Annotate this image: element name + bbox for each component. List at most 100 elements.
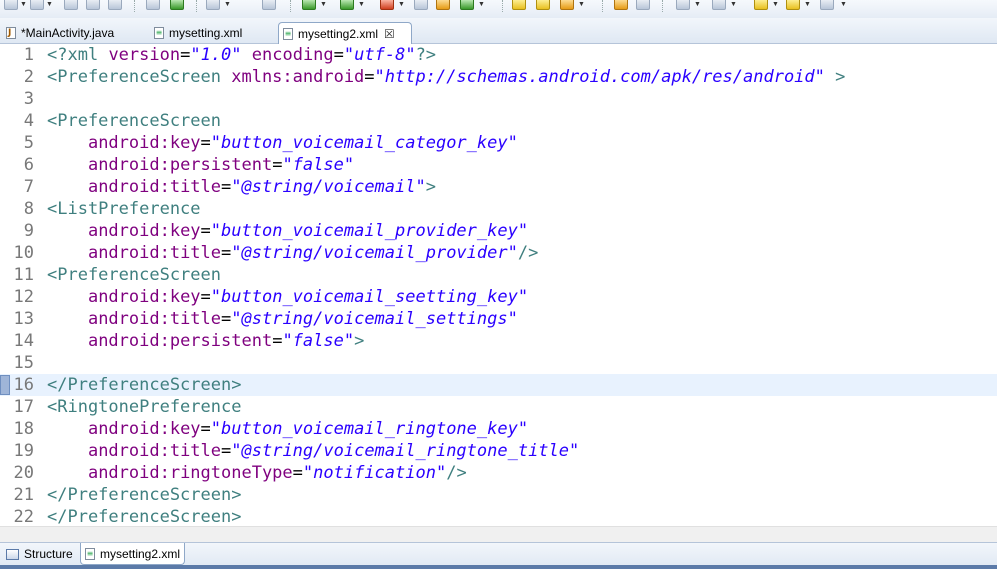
code-token: "1.0" — [190, 45, 242, 65]
chevron-down-icon[interactable]: ▼ — [398, 1, 405, 9]
close-icon[interactable]: ☒ — [384, 27, 395, 41]
line-number: 21 — [13, 485, 34, 505]
chevron-down-icon[interactable]: ▼ — [320, 1, 327, 9]
code-token: version — [108, 45, 181, 65]
code-text: android:title="@string/voicemail_setting… — [47, 308, 518, 330]
run-icon[interactable] — [340, 0, 354, 10]
code-token: > — [425, 177, 436, 197]
code-line[interactable]: 2 <PreferenceScreen xmlns:android="http:/… — [0, 66, 997, 88]
back-icon[interactable] — [786, 0, 800, 10]
new-class-icon[interactable] — [460, 0, 474, 10]
code-token: xmlns:android — [231, 67, 365, 87]
line-number: 15 — [13, 353, 34, 373]
save-all-icon[interactable] — [86, 0, 100, 10]
code-token: "@string/voicemail_settings" — [231, 309, 518, 329]
tab-source[interactable]: ≡ mysetting2.xml — [80, 543, 186, 565]
open-type-icon[interactable] — [512, 0, 526, 10]
code-line[interactable]: 8 <ListPreference — [0, 198, 997, 220]
chevron-down-icon[interactable]: ▼ — [578, 1, 585, 9]
line-number: 3 — [23, 89, 34, 109]
code-line[interactable]: 22 </PreferenceScreen> — [0, 506, 997, 526]
code-token: = — [333, 45, 344, 65]
toolbar-separator — [134, 0, 136, 12]
tab-mysetting-xml[interactable]: ≡ mysetting.xml — [150, 22, 248, 43]
chevron-down-icon[interactable]: ▼ — [224, 1, 231, 9]
search-icon[interactable] — [560, 0, 574, 10]
tab-mysetting2-xml[interactable]: ≡ mysetting2.xml ☒ — [278, 22, 412, 44]
chevron-down-icon[interactable]: ▼ — [478, 1, 485, 9]
new-android-xml-icon[interactable] — [262, 0, 276, 10]
tab-structure[interactable]: Structure — [2, 543, 77, 565]
new-package-icon[interactable] — [436, 0, 450, 10]
next-annotation-icon[interactable] — [676, 0, 690, 10]
chevron-down-icon[interactable]: ▼ — [358, 1, 365, 9]
build-icon[interactable] — [414, 0, 428, 10]
chevron-down-icon[interactable]: ▼ — [804, 1, 811, 9]
code-line[interactable]: 7 android:title="@string/voicemail"> — [0, 176, 997, 198]
line-number: 19 — [13, 441, 34, 461]
code-line[interactable]: 11 <PreferenceScreen — [0, 264, 997, 286]
code-line[interactable]: 17 <RingtonePreference — [0, 396, 997, 418]
line-number: 12 — [13, 287, 34, 307]
line-number: 4 — [23, 111, 34, 131]
line-number: 18 — [13, 419, 34, 439]
code-line[interactable]: 12 android:key="button_voicemail_seettin… — [0, 286, 997, 308]
code-line[interactable]: 18 android:key="button_voicemail_rington… — [0, 418, 997, 440]
file-icon[interactable] — [30, 0, 44, 10]
open-folder-icon[interactable] — [536, 0, 550, 10]
external-tools-icon[interactable] — [380, 0, 394, 10]
download-icon[interactable] — [146, 0, 160, 10]
previous-annotation-icon[interactable] — [712, 0, 726, 10]
code-text: android:persistent="false"> — [47, 330, 364, 352]
chevron-down-icon[interactable]: ▼ — [730, 1, 737, 9]
code-token: "utf-8" — [343, 45, 416, 65]
code-line[interactable]: 20 android:ringtoneType="notification"/> — [0, 462, 997, 484]
debug-icon[interactable] — [302, 0, 316, 10]
chevron-down-icon[interactable]: ▼ — [46, 1, 53, 9]
chevron-down-icon[interactable]: ▼ — [694, 1, 701, 9]
code-token: = — [200, 133, 211, 153]
forward-icon[interactable] — [820, 0, 834, 10]
code-line[interactable]: 5 android:key="button_voicemail_categor_… — [0, 132, 997, 154]
horizontal-scrollbar[interactable] — [0, 526, 997, 542]
save-icon[interactable] — [64, 0, 78, 10]
code-line[interactable]: 6 android:persistent="false" — [0, 154, 997, 176]
code-line[interactable]: 9 android:key="button_voicemail_provider… — [0, 220, 997, 242]
code-text: android:key="button_voicemail_provider_k… — [47, 220, 528, 242]
code-line[interactable]: 16 </PreferenceScreen> — [0, 374, 997, 396]
print-icon[interactable] — [108, 0, 122, 10]
tab-main-activity-java[interactable]: *MainActivity.java — [2, 22, 120, 43]
code-line[interactable]: 15 — [0, 352, 997, 374]
annotation-icon[interactable] — [614, 0, 628, 10]
last-edit-icon[interactable] — [754, 0, 768, 10]
code-line[interactable]: 10 android:title="@string/voicemail_prov… — [0, 242, 997, 264]
code-token: /> — [517, 243, 539, 263]
xml-source-editor[interactable]: 1 <?xml version="1.0" encoding="utf-8"?> 2… — [0, 44, 997, 526]
code-line[interactable]: 21 </PreferenceScreen> — [0, 484, 997, 506]
code-line[interactable]: 1 <?xml version="1.0" encoding="utf-8"?> — [0, 44, 997, 66]
line-number: 22 — [13, 507, 34, 526]
new-wizard-icon[interactable] — [4, 0, 18, 10]
code-line[interactable]: 4 <PreferenceScreen — [0, 110, 997, 132]
code-line[interactable]: 19 android:title="@string/voicemail_ring… — [0, 440, 997, 462]
line-number: 9 — [23, 221, 34, 241]
code-token: "button_voicemail_categor_key" — [210, 133, 518, 153]
toggle-mark-icon[interactable] — [636, 0, 650, 10]
code-token: = — [221, 441, 232, 461]
checkmark-icon[interactable] — [206, 0, 220, 10]
chevron-down-icon[interactable]: ▼ — [840, 1, 847, 9]
code-text: android:title="@string/voicemail_provide… — [47, 242, 538, 264]
code-line[interactable]: 14 android:persistent="false"> — [0, 330, 997, 352]
code-token: = — [200, 221, 211, 241]
code-token: android:title — [87, 441, 222, 461]
code-token: = — [200, 287, 211, 307]
toolbar-separator — [602, 0, 604, 12]
code-text: <ListPreference — [47, 198, 201, 220]
chevron-down-icon[interactable]: ▼ — [20, 1, 27, 9]
chevron-down-icon[interactable]: ▼ — [772, 1, 779, 9]
code-line[interactable]: 3 — [0, 88, 997, 110]
line-number: 20 — [13, 463, 34, 483]
android-sdk-icon[interactable] — [170, 0, 184, 10]
code-line[interactable]: 13 android:title="@string/voicemail_sett… — [0, 308, 997, 330]
